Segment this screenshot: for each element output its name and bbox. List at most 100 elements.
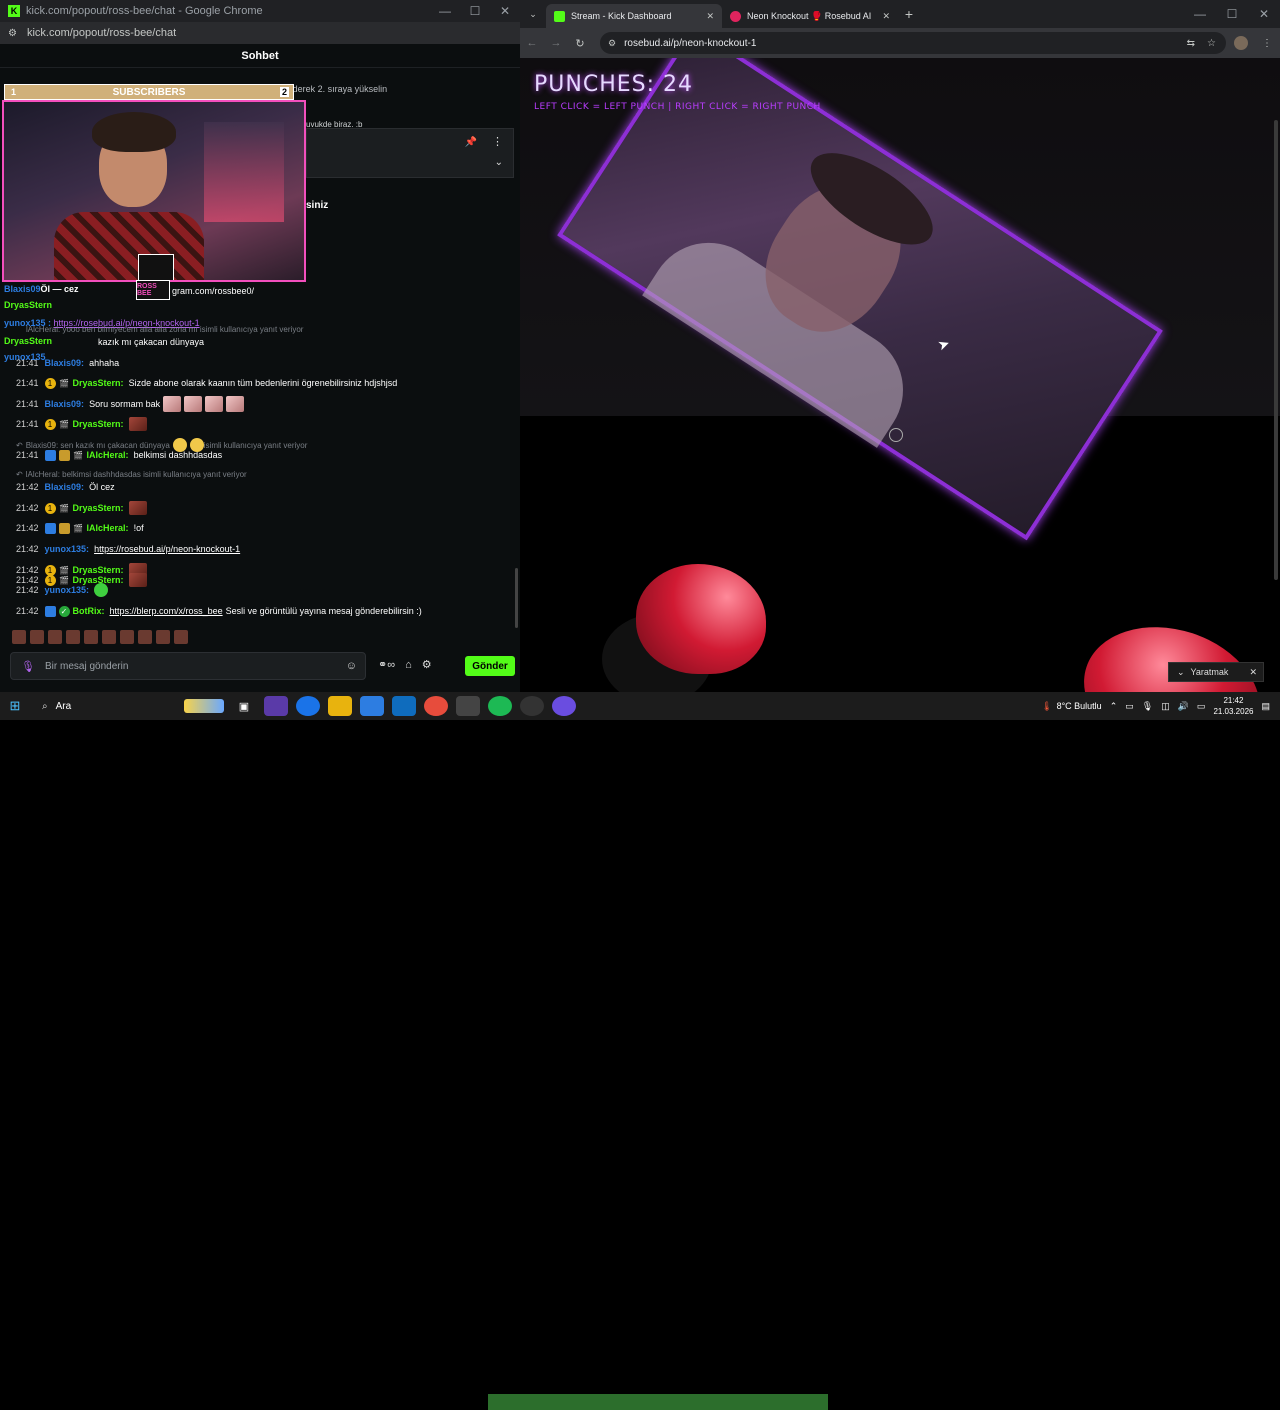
microphone-icon[interactable]: 🎙 (1142, 701, 1153, 712)
forward-icon[interactable]: → (544, 37, 568, 49)
taskbar-search[interactable]: ⌕ Ara (34, 695, 224, 717)
create-popup[interactable]: ⌄ Yaratmak ✕ (1168, 662, 1264, 682)
chat-message[interactable]: 21:42 yunox135: https://rosebud.ai/p/neon-… (16, 540, 240, 558)
message-username[interactable]: Blaxis09: (45, 482, 85, 492)
message-username[interactable]: Blaxis09: (45, 358, 85, 368)
back-icon[interactable]: ← (520, 37, 544, 49)
chat-message[interactable]: 21:41 Blaxis09: ahhaha (16, 354, 119, 372)
store-icon[interactable] (360, 696, 384, 716)
chat-message[interactable]: 21:42 ✓ BotRix: https://blerp.com/x/ross_be… (16, 602, 422, 620)
clock[interactable]: 21:42 21.03.2026 (1213, 695, 1253, 717)
emote-icon[interactable] (174, 630, 188, 644)
close-icon[interactable]: ✕ (490, 4, 520, 18)
site-info-icon[interactable]: ⚙ (8, 28, 17, 39)
emote-icon (128, 417, 147, 431)
new-tab-icon[interactable]: + (898, 6, 920, 22)
reply-context[interactable]: ↶ lAlcHeral: belkimsi dashhdasdas isimli … (16, 470, 247, 479)
notification-icon[interactable]: ▤ (1261, 701, 1270, 712)
chat-message[interactable]: 21:42 yunox135: (16, 581, 109, 599)
emote-icon[interactable] (156, 630, 170, 644)
weather-widget[interactable]: 🌡 8°C Bulutlu (1041, 701, 1102, 712)
search-icon: ⌕ (42, 700, 48, 712)
network-icon[interactable]: ◫ (1161, 701, 1170, 712)
file-explorer-icon[interactable] (328, 696, 352, 716)
camera-icon[interactable]: ▭ (1125, 701, 1134, 712)
outlook-icon[interactable] (392, 696, 416, 716)
copilot-icon[interactable] (264, 696, 288, 716)
close-icon[interactable]: ✕ (706, 11, 714, 22)
emote-icon[interactable] (30, 630, 44, 644)
chat-message[interactable]: 21:41 1 🎬 DryasStern: Sizde abone olarak kaa… (16, 374, 397, 392)
app-icon[interactable] (552, 696, 576, 716)
emote-icon[interactable] (102, 630, 116, 644)
profile-avatar[interactable] (1234, 36, 1248, 50)
settings-icon[interactable]: ⚙ (422, 658, 432, 671)
emote-icon[interactable] (66, 630, 80, 644)
emote-icon[interactable] (48, 630, 62, 644)
task-view-icon[interactable]: ▣ (232, 696, 256, 716)
address-bar[interactable]: ⚙ kick.com/popout/ross-bee/chat (0, 22, 520, 44)
emote-icon[interactable] (120, 630, 134, 644)
clock-date: 21.03.2026 (1213, 707, 1254, 716)
obs-icon[interactable] (520, 696, 544, 716)
emote-icon[interactable] (12, 630, 26, 644)
tab-neon-knockout[interactable]: Neon Knockout 🥊 Rosebud AI ✕ (722, 4, 898, 28)
translate-icon[interactable]: ⇆ (1187, 38, 1195, 49)
chat-message[interactable]: 21:42 1 🎬 DryasStern: (16, 499, 147, 517)
maximize-icon[interactable]: ☐ (460, 4, 490, 18)
windows-start-icon[interactable]: ⊞ (0, 698, 30, 714)
site-info-icon[interactable]: ⚙ (608, 38, 616, 49)
message-username[interactable]: Blaxis09: (45, 399, 85, 409)
chat-message[interactable]: 21:41 Blaxis09: Soru sormam bak (16, 395, 245, 413)
spotify-icon[interactable] (488, 696, 512, 716)
minimize-icon[interactable]: — (1184, 7, 1216, 21)
message-username[interactable]: DryasStern: (73, 503, 124, 513)
message-username[interactable]: yunox135: (45, 585, 90, 595)
send-button[interactable]: Gönder (465, 656, 515, 676)
emote-icon (172, 438, 187, 452)
message-link[interactable]: https://blerp.com/x/ross_bee (110, 606, 223, 616)
edge-icon[interactable] (296, 696, 320, 716)
chat-message[interactable]: 21:41 1 🎬 DryasStern: (16, 415, 147, 433)
app-icon[interactable] (456, 696, 480, 716)
emote-icon[interactable] (138, 630, 152, 644)
minimize-icon[interactable]: — (430, 4, 460, 18)
game-canvas[interactable]: ➤ (520, 58, 1280, 692)
maximize-icon[interactable]: ☐ (1216, 7, 1248, 21)
message-username[interactable]: lAlcHeral: (87, 523, 129, 533)
bookmark-star-icon[interactable]: ☆ (1207, 38, 1216, 49)
message-username[interactable]: DryasStern: (73, 378, 124, 388)
address-bar[interactable]: ⚙ rosebud.ai/p/neon-knockout-1 ⇆ ☆ (600, 32, 1226, 54)
close-icon[interactable]: ✕ (882, 11, 890, 22)
chat-input-box[interactable]: 🎙 ☺ (10, 652, 366, 680)
reply-context[interactable]: ↶ Blaxis09: sen kazık mı çakacan dünyaya … (16, 438, 307, 452)
chat-scrollbar[interactable] (515, 568, 518, 628)
message-username[interactable]: yunox135: (45, 544, 90, 554)
tab-kick-dashboard[interactable]: Stream - Kick Dashboard ✕ (546, 4, 722, 28)
close-icon[interactable]: ✕ (1248, 7, 1280, 21)
chrome-icon[interactable] (424, 696, 448, 716)
message-link[interactable]: https://rosebud.ai/p/neon-knockout-1 (94, 544, 240, 554)
chrome-menu-icon[interactable]: ⋮ (1260, 38, 1274, 49)
chevron-down-icon[interactable]: ⌄ (1177, 667, 1185, 678)
message-text: Öl cez (89, 482, 115, 492)
reload-icon[interactable]: ↻ (568, 37, 592, 50)
chat-message[interactable]: 21:42 🎬 lAlcHeral: !of (16, 519, 144, 537)
store-icon[interactable]: ⌂ (405, 659, 412, 671)
volume-icon[interactable]: 🔊 (1178, 701, 1189, 712)
message-username[interactable]: BotRix: (73, 606, 105, 616)
mic-icon[interactable]: 🎙 (21, 660, 39, 673)
message-username[interactable]: DryasStern: (73, 419, 124, 429)
title-bar[interactable]: K kick.com/popout/ross-bee/chat - Google… (0, 0, 520, 22)
emoji-icon[interactable]: ☺ (346, 660, 357, 672)
tab-search-icon[interactable]: ⌄ (520, 9, 546, 20)
chevron-up-icon[interactable]: ⌃ (1110, 701, 1118, 712)
link-icon[interactable]: ⚭∞ (378, 658, 395, 671)
chat-message-input[interactable] (45, 660, 346, 672)
page-scrollbar[interactable] (1274, 120, 1278, 580)
emote-icon[interactable] (84, 630, 98, 644)
chat-message[interactable]: 21:42 Blaxis09: Öl cez (16, 478, 115, 496)
close-icon[interactable]: ✕ (1249, 667, 1257, 678)
emote-bar[interactable] (12, 630, 188, 644)
battery-icon[interactable]: ▭ (1197, 701, 1206, 712)
